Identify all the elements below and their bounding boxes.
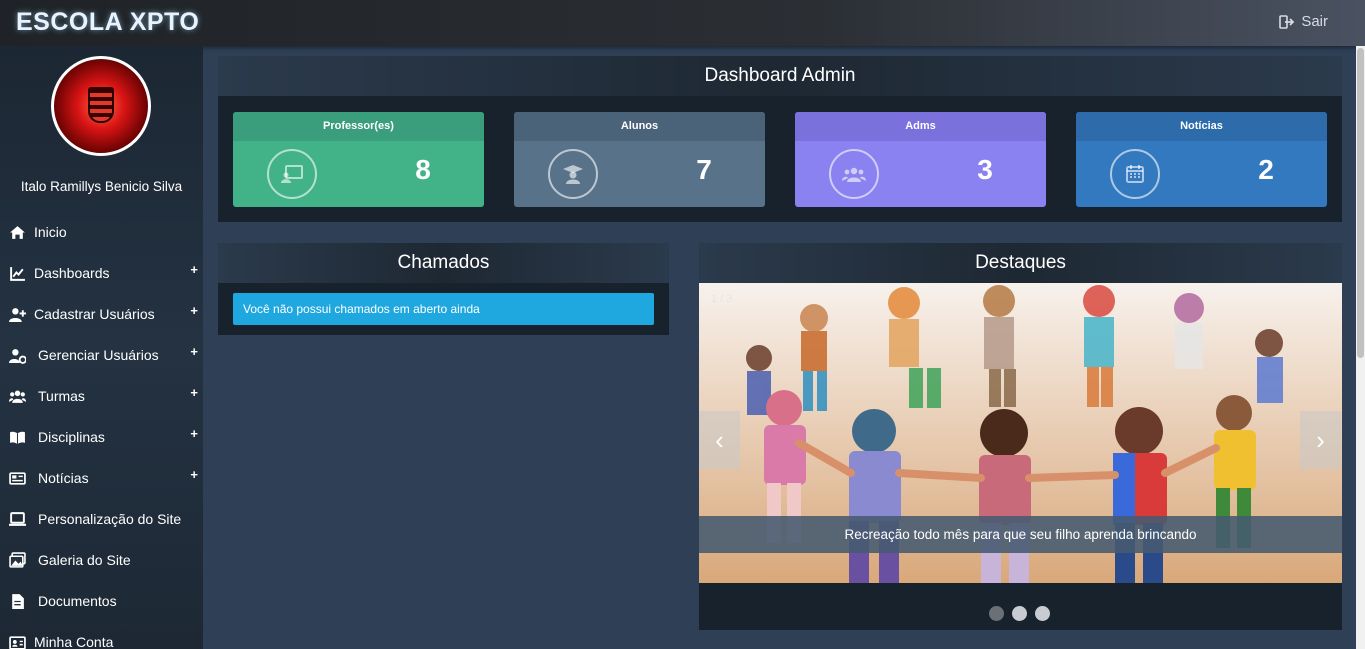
carousel-next-button[interactable]: › [1300, 411, 1341, 469]
destaques-title: Destaques [699, 243, 1342, 283]
sidebar-item-minha-conta[interactable]: Minha Conta [0, 622, 203, 649]
sidebar-item-label: Galeria do Site [38, 552, 131, 568]
carousel-indicators [989, 606, 1050, 621]
sidebar-item-label: Documentos [38, 593, 117, 609]
card-label: Alunos [514, 112, 765, 141]
sidebar-item-cadastrar-usuarios[interactable]: Cadastrar Usuários + [0, 294, 203, 335]
slide-counter: 1 / 3 [711, 293, 733, 305]
sign-out-icon [1279, 14, 1295, 29]
logout-label: Sair [1301, 13, 1328, 30]
carousel-prev-button[interactable]: ‹ [699, 411, 740, 469]
sidebar-item-documentos[interactable]: Documentos [0, 581, 203, 622]
logout-button[interactable]: Sair [1279, 13, 1328, 30]
sidebar-item-galeria[interactable]: Galeria do Site [0, 540, 203, 581]
dashboard-cards: Professor(es) 8 Alunos 7 Adms 3 Notícias… [218, 96, 1342, 222]
sidebar-item-label: Inicio [34, 224, 67, 240]
chamados-panel: Você não possui chamados em aberto ainda [218, 283, 669, 335]
book-icon [10, 431, 25, 444]
sidebar-item-label: Dashboards [34, 265, 110, 281]
chamados-empty-alert: Você não possui chamados em aberto ainda [233, 293, 654, 325]
card-noticias[interactable]: Notícias 2 [1076, 112, 1327, 207]
newspaper-icon [9, 472, 26, 485]
destaques-carousel: 1 / 3 ‹ › Recreação todo mês para que se… [699, 283, 1342, 630]
sidebar-item-dashboards[interactable]: Dashboards + [0, 253, 203, 294]
users-group-icon [829, 149, 879, 199]
user-name: Italo Ramillys Benicio Silva [20, 179, 183, 194]
expand-plus-icon[interactable]: + [190, 303, 198, 318]
top-navbar: ESCOLA XPTO Sair [0, 0, 1365, 46]
sidebar-item-label: Disciplinas [38, 429, 105, 445]
card-value: 7 [696, 154, 712, 185]
file-icon [12, 594, 24, 609]
card-adms[interactable]: Adms 3 [795, 112, 1046, 207]
laptop-icon [9, 512, 26, 526]
page-scrollbar[interactable] [1356, 46, 1365, 649]
card-label: Notícias [1076, 112, 1327, 141]
carousel-dot[interactable] [989, 606, 1004, 621]
sidebar-menu: Inicio Dashboards + Cadastrar Usuários +… [0, 212, 203, 649]
sidebar-item-label: Cadastrar Usuários [34, 306, 155, 322]
sidebar-item-label: Personalização do Site [38, 511, 182, 527]
sidebar-item-label: Turmas [38, 388, 85, 404]
card-value: 8 [415, 154, 431, 185]
scrollbar-thumb[interactable] [1357, 48, 1364, 358]
sidebar-item-noticias[interactable]: Notícias + [0, 458, 203, 499]
sidebar-item-inicio[interactable]: Inicio [0, 212, 203, 253]
sidebar-item-label: Minha Conta [34, 634, 114, 649]
carousel-dot[interactable] [1012, 606, 1027, 621]
sidebar-item-label: Notícias [38, 470, 89, 486]
chamados-title: Chamados [218, 243, 669, 283]
crest-icon [88, 87, 114, 123]
expand-plus-icon[interactable]: + [190, 426, 198, 441]
chart-line-icon [10, 267, 25, 281]
sidebar-item-disciplinas[interactable]: Disciplinas + [0, 417, 203, 458]
sidebar: Italo Ramillys Benicio Silva Inicio Dash… [0, 46, 203, 649]
expand-plus-icon[interactable]: + [190, 385, 198, 400]
sidebar-item-label: Gerenciar Usuários [38, 347, 159, 363]
carousel-slide[interactable]: 1 / 3 ‹ › Recreação todo mês para que se… [699, 283, 1342, 583]
home-icon [10, 226, 25, 239]
users-icon [9, 390, 26, 403]
user-gear-icon [9, 349, 26, 364]
sidebar-item-gerenciar-usuarios[interactable]: Gerenciar Usuários + [0, 335, 203, 376]
expand-plus-icon[interactable]: + [190, 467, 198, 482]
id-card-icon [9, 636, 26, 649]
expand-plus-icon[interactable]: + [190, 262, 198, 277]
sidebar-item-personalizacao[interactable]: Personalização do Site [0, 499, 203, 540]
user-plus-icon [9, 308, 26, 322]
avatar[interactable] [51, 56, 151, 156]
card-value: 3 [977, 154, 993, 185]
calendar-icon [1110, 149, 1160, 199]
carousel-dot[interactable] [1035, 606, 1050, 621]
graduate-icon [548, 149, 598, 199]
card-professores[interactable]: Professor(es) 8 [233, 112, 484, 207]
chalkboard-teacher-icon [267, 149, 317, 199]
images-icon [9, 552, 26, 568]
slide-caption: Recreação todo mês para que seu filho ap… [699, 516, 1342, 553]
card-label: Professor(es) [233, 112, 484, 141]
card-value: 2 [1258, 154, 1274, 185]
dashboard-title: Dashboard Admin [218, 56, 1342, 96]
expand-plus-icon[interactable]: + [190, 344, 198, 359]
card-alunos[interactable]: Alunos 7 [514, 112, 765, 207]
sidebar-item-turmas[interactable]: Turmas + [0, 376, 203, 417]
brand-logo-text[interactable]: ESCOLA XPTO [16, 8, 199, 37]
card-label: Adms [795, 112, 1046, 141]
